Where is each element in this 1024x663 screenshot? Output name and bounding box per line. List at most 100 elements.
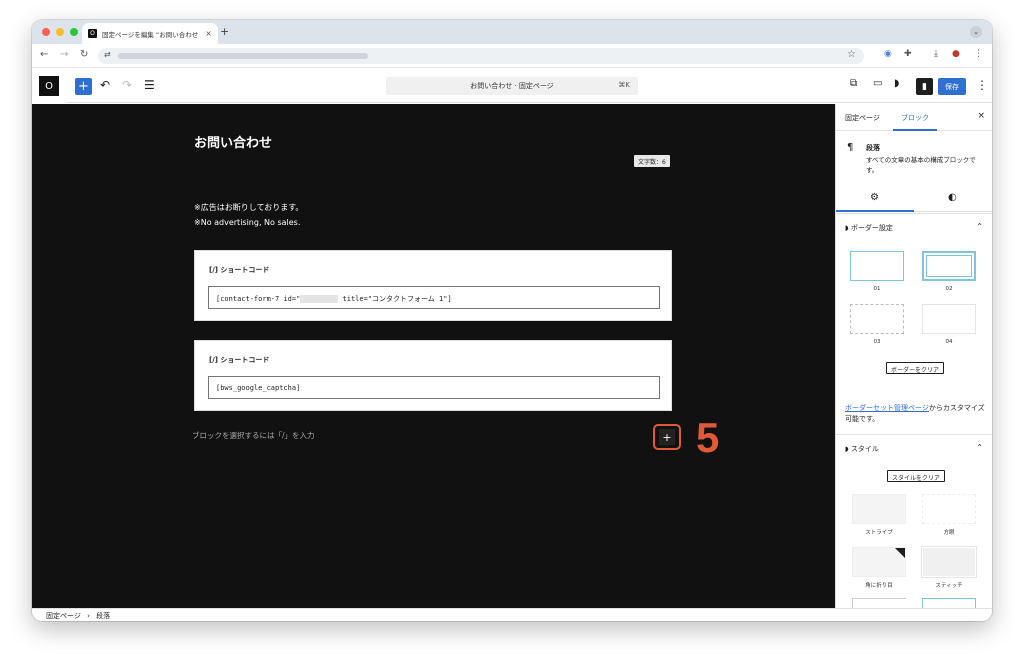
command-palette-bar[interactable]: お問い合わせ · 固定ページ ⌘K <box>386 77 638 95</box>
style-option-bracket[interactable] <box>852 598 906 608</box>
address-bar[interactable]: ⇄ ☆ <box>98 48 864 64</box>
clear-border-button[interactable]: ボーダーをクリア <box>886 362 945 374</box>
block-placeholder[interactable]: ブロックを選択するには「/」を入力 <box>192 430 315 441</box>
breadcrumb-item-paragraph[interactable]: 段落 <box>96 612 110 620</box>
breadcrumb-trail: 固定ページ › 段落 <box>46 611 110 621</box>
add-block-button[interactable]: + <box>75 78 92 95</box>
style-settings-label: スタイル <box>850 445 879 453</box>
browser-menu-icon[interactable]: ⋮ <box>974 49 983 59</box>
browser-tab[interactable]: O 固定ページを編集 “お問い合わせ × <box>82 23 218 44</box>
shortcode-input[interactable]: [contact-form-7 id=" title="コンタクトフォーム 1"… <box>208 286 660 309</box>
clear-style-button[interactable]: スタイルをクリア <box>887 470 946 482</box>
block-inserter-button[interactable]: + <box>659 429 675 445</box>
word-count-badge: 文字数：6 <box>634 155 670 167</box>
device-preview-icon[interactable]: ▭ <box>873 78 882 89</box>
style-option-stitch[interactable] <box>922 547 976 577</box>
style-option-stripe[interactable] <box>852 494 906 524</box>
shortcode-input[interactable]: [bws_google_captcha] <box>208 376 660 399</box>
tab-search-icon[interactable]: ⌄ <box>970 26 982 38</box>
notice-paragraph-jp[interactable]: ※広告はお断りしております。 <box>194 202 303 213</box>
breadcrumb-separator: › <box>87 612 90 620</box>
style-option-label: 角に折り目 <box>865 583 893 589</box>
style-option-frame[interactable] <box>922 598 976 608</box>
chevron-up-icon[interactable]: ⌃ <box>976 222 983 231</box>
border-manage-link[interactable]: ボーダーセット管理ページ <box>845 404 929 412</box>
browser-toolbar: ← → ↻ ⇄ ☆ ◉ ✚ ⤓ ● ⋮ <box>32 44 992 68</box>
style-settings-title: ◗ スタイル <box>845 445 879 453</box>
tab-favicon: O <box>88 29 97 38</box>
editor-canvas[interactable]: お問い合わせ 文字数：6 ※広告はお断りしております。 ※No advertis… <box>32 104 835 608</box>
border-settings-label: ボーダー設定 <box>850 224 893 232</box>
border-option-label: 04 <box>945 339 953 345</box>
tab-page[interactable]: 固定ページ <box>845 113 880 123</box>
options-menu-icon[interactable]: ⋮ <box>976 78 988 92</box>
site-info-icon[interactable]: ⇄ <box>104 50 111 59</box>
back-icon[interactable]: ← <box>40 49 48 60</box>
chevron-up-icon[interactable]: ⌃ <box>976 443 983 452</box>
browser-window: O 固定ページを編集 “お問い合わせ × + ⌄ ← → ↻ ⇄ ☆ ◉ ✚ ⤓… <box>32 20 992 621</box>
block-name: 段落 <box>866 144 880 152</box>
redo-icon[interactable]: ↷ <box>122 78 132 92</box>
shortcode-value-start: [contact-form-7 id=" <box>216 295 301 303</box>
settings-gear-icon[interactable]: ⚙ <box>870 192 879 203</box>
zoom-window-button[interactable] <box>70 28 78 36</box>
styles-halfcircle-icon[interactable]: ◐ <box>948 192 957 203</box>
close-window-button[interactable] <box>42 28 50 36</box>
breadcrumb-item-page[interactable]: 固定ページ <box>46 612 81 620</box>
notice-paragraph-en[interactable]: ※No advertising, No sales. <box>194 218 300 227</box>
border-settings-title: ◗ ボーダー設定 <box>845 224 893 232</box>
reload-icon[interactable]: ↻ <box>80 49 88 60</box>
page-title[interactable]: お問い合わせ <box>194 132 272 151</box>
border-option-04[interactable] <box>922 304 976 334</box>
border-option-label: 01 <box>873 286 881 292</box>
breadcrumb: 固定ページ › 段落 <box>32 608 992 621</box>
style-option-label: ストライプ <box>865 530 893 536</box>
style-option-corner-fold[interactable] <box>852 547 906 577</box>
block-description: すべての文章の基本の構成ブロックです。 <box>866 156 976 174</box>
border-manage-text: ボーダーセット管理ページからカスタマイズ可能です。 <box>845 403 985 425</box>
profile-extension-icon[interactable]: ◉ <box>884 49 892 59</box>
style-option-grid[interactable] <box>922 494 976 524</box>
avatar[interactable]: ● <box>952 49 960 59</box>
shortcode-block-label: [/] ショートコード <box>209 356 270 364</box>
redacted-id <box>300 295 339 303</box>
fold-corner-icon <box>895 548 905 558</box>
tab-block[interactable]: ブロック <box>901 113 929 123</box>
style-option-label: 方眼 <box>943 530 955 536</box>
shortcode-block[interactable]: [/] ショートコード [bws_google_captcha] <box>194 340 672 411</box>
close-sidebar-icon[interactable]: × <box>977 111 985 121</box>
border-option-02[interactable] <box>922 251 976 281</box>
extensions-puzzle-icon[interactable]: ✚ <box>904 49 912 59</box>
view-page-icon[interactable]: ⧉ <box>850 78 857 89</box>
border-option-03[interactable] <box>850 304 904 334</box>
shortcode-block[interactable]: [/] ショートコード [contact-form-7 id=" title="… <box>194 250 672 321</box>
settings-sidebar: 固定ページ ブロック × ¶ 段落 すべての文章の基本の構成ブロックです。 ⚙ … <box>835 104 992 608</box>
theme-plugin-icon[interactable]: ◗ <box>894 78 899 89</box>
block-card: ¶ 段落 すべての文章の基本の構成ブロックです。 <box>836 131 992 179</box>
shortcode-value: [bws_google_captcha] <box>216 384 301 392</box>
editor-header: O + ↶ ↷ ☰ お問い合わせ · 固定ページ ⌘K ⧉ ▭ ◗ ▮ 保存 ⋮ <box>32 69 992 103</box>
border-settings-header[interactable]: ◗ ボーダー設定 ⌃ <box>836 213 992 239</box>
new-tab-button[interactable]: + <box>220 25 229 38</box>
save-button[interactable]: 保存 <box>938 78 966 95</box>
shortcode-value-end: title="コンタクトフォーム 1"] <box>338 295 452 303</box>
download-icon[interactable]: ⤓ <box>934 49 938 59</box>
paragraph-icon: ¶ <box>847 142 854 153</box>
bookmark-star-icon[interactable]: ☆ <box>847 49 856 60</box>
site-logo-button[interactable]: O <box>32 69 66 103</box>
window-controls <box>42 28 78 36</box>
undo-icon[interactable]: ↶ <box>100 78 110 92</box>
border-option-01[interactable] <box>850 251 904 281</box>
settings-sidebar-toggle[interactable]: ▮ <box>916 78 933 95</box>
forward-icon[interactable]: → <box>60 49 68 60</box>
command-shortcut: ⌘K <box>618 81 630 89</box>
close-tab-icon[interactable]: × <box>205 29 212 38</box>
tab-title: 固定ページを編集 “お問い合わせ <box>102 30 199 39</box>
annotation-number: 5 <box>696 414 720 461</box>
document-overview-icon[interactable]: ☰ <box>144 78 155 92</box>
minimize-window-button[interactable] <box>56 28 64 36</box>
style-option-label: スティッチ <box>935 583 963 589</box>
inspector-subtabs: ⚙ ◐ <box>836 184 992 212</box>
style-settings-header[interactable]: ◗ スタイル ⌃ <box>836 434 992 460</box>
command-bar-label: お問い合わせ · 固定ページ <box>470 82 554 90</box>
